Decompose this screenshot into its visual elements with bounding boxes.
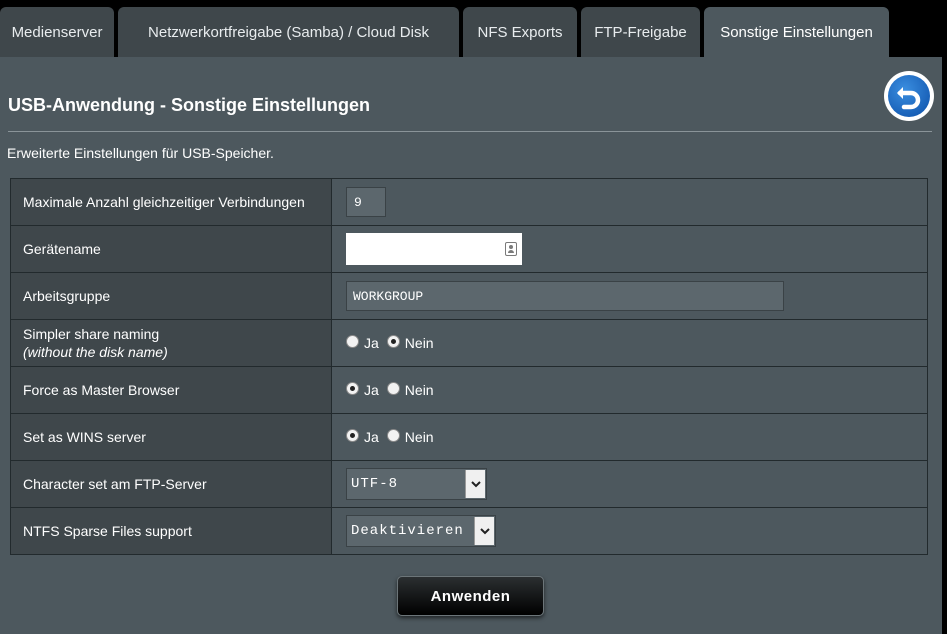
chevron-down-icon[interactable] bbox=[474, 517, 494, 545]
apply-button[interactable]: Anwenden bbox=[397, 576, 544, 616]
ntfs-sparse-label: NTFS Sparse Files support bbox=[10, 507, 332, 555]
simple-share-sublabel: (without the disk name) bbox=[23, 344, 168, 360]
workgroup-input[interactable]: WORKGROUP bbox=[346, 281, 784, 311]
row-ftp-charset: Character set am FTP-Server UTF-8 bbox=[10, 460, 928, 508]
row-master-browser: Force as Master Browser Ja Nein bbox=[10, 366, 928, 414]
simple-share-yes-label[interactable]: Ja bbox=[364, 335, 379, 351]
title-divider bbox=[8, 131, 932, 132]
row-wins-server: Set as WINS server Ja Nein bbox=[10, 413, 928, 461]
master-browser-radio-group: Ja Nein bbox=[346, 382, 442, 398]
ntfs-sparse-value: Deaktivieren bbox=[351, 523, 464, 539]
tab-sonstige-einstellungen[interactable]: Sonstige Einstellungen bbox=[704, 7, 889, 58]
settings-table: Maximale Anzahl gleichzeitiger Verbindun… bbox=[10, 178, 928, 555]
wins-server-yes-label[interactable]: Ja bbox=[364, 429, 379, 445]
contact-card-icon[interactable] bbox=[505, 242, 517, 256]
max-connections-label: Maximale Anzahl gleichzeitiger Verbindun… bbox=[10, 178, 332, 226]
scrollbar[interactable] bbox=[942, 57, 947, 634]
row-max-connections: Maximale Anzahl gleichzeitiger Verbindun… bbox=[10, 178, 928, 226]
wins-server-no-label[interactable]: Nein bbox=[405, 429, 434, 445]
simple-share-no-label[interactable]: Nein bbox=[405, 335, 434, 351]
back-arrow-icon bbox=[888, 75, 930, 117]
ftp-charset-select[interactable]: UTF-8 bbox=[346, 468, 487, 500]
master-browser-yes-label[interactable]: Ja bbox=[364, 382, 379, 398]
workgroup-label: Arbeitsgruppe bbox=[10, 272, 332, 320]
page-description: Erweiterte Einstellungen für USB-Speiche… bbox=[7, 145, 274, 161]
tab-ftp-freigabe[interactable]: FTP-Freigabe bbox=[581, 7, 700, 58]
chevron-down-icon[interactable] bbox=[465, 470, 485, 498]
back-button[interactable] bbox=[884, 71, 934, 121]
page-title: USB-Anwendung - Sonstige Einstellungen bbox=[8, 95, 370, 115]
device-name-label: Gerätename bbox=[10, 225, 332, 273]
ftp-charset-label: Character set am FTP-Server bbox=[10, 460, 332, 508]
simple-share-label: Simpler share naming bbox=[23, 326, 160, 342]
master-browser-yes-radio[interactable] bbox=[346, 382, 359, 395]
wins-server-radio-group: Ja Nein bbox=[346, 429, 442, 445]
max-connections-input[interactable]: 9 bbox=[346, 187, 386, 217]
row-ntfs-sparse: NTFS Sparse Files support Deaktivieren bbox=[10, 507, 928, 555]
ntfs-sparse-select[interactable]: Deaktivieren bbox=[346, 515, 496, 547]
tab-samba-cloud-disk[interactable]: Netzwerkortfreigabe (Samba) / Cloud Disk bbox=[118, 7, 459, 58]
simple-share-yes-radio[interactable] bbox=[346, 335, 359, 348]
tab-nfs-exports[interactable]: NFS Exports bbox=[463, 7, 577, 58]
row-workgroup: Arbeitsgruppe WORKGROUP bbox=[10, 272, 928, 320]
row-device-name: Gerätename bbox=[10, 225, 928, 273]
tab-bar: Medienserver Netzwerkortfreigabe (Samba)… bbox=[0, 0, 947, 58]
wins-server-no-radio[interactable] bbox=[386, 429, 400, 442]
master-browser-label: Force as Master Browser bbox=[10, 366, 332, 414]
master-browser-no-radio[interactable] bbox=[386, 382, 400, 395]
wins-server-yes-radio[interactable] bbox=[346, 429, 359, 442]
row-simple-share: Simpler share naming (without the disk n… bbox=[10, 319, 928, 367]
simple-share-no-radio[interactable] bbox=[386, 335, 400, 348]
device-name-input[interactable] bbox=[346, 233, 522, 265]
simple-share-radio-group: Ja Nein bbox=[346, 335, 442, 351]
ftp-charset-value: UTF-8 bbox=[351, 476, 399, 492]
wins-server-label: Set as WINS server bbox=[10, 413, 332, 461]
tab-medienserver[interactable]: Medienserver bbox=[0, 7, 114, 58]
master-browser-no-label[interactable]: Nein bbox=[405, 382, 434, 398]
